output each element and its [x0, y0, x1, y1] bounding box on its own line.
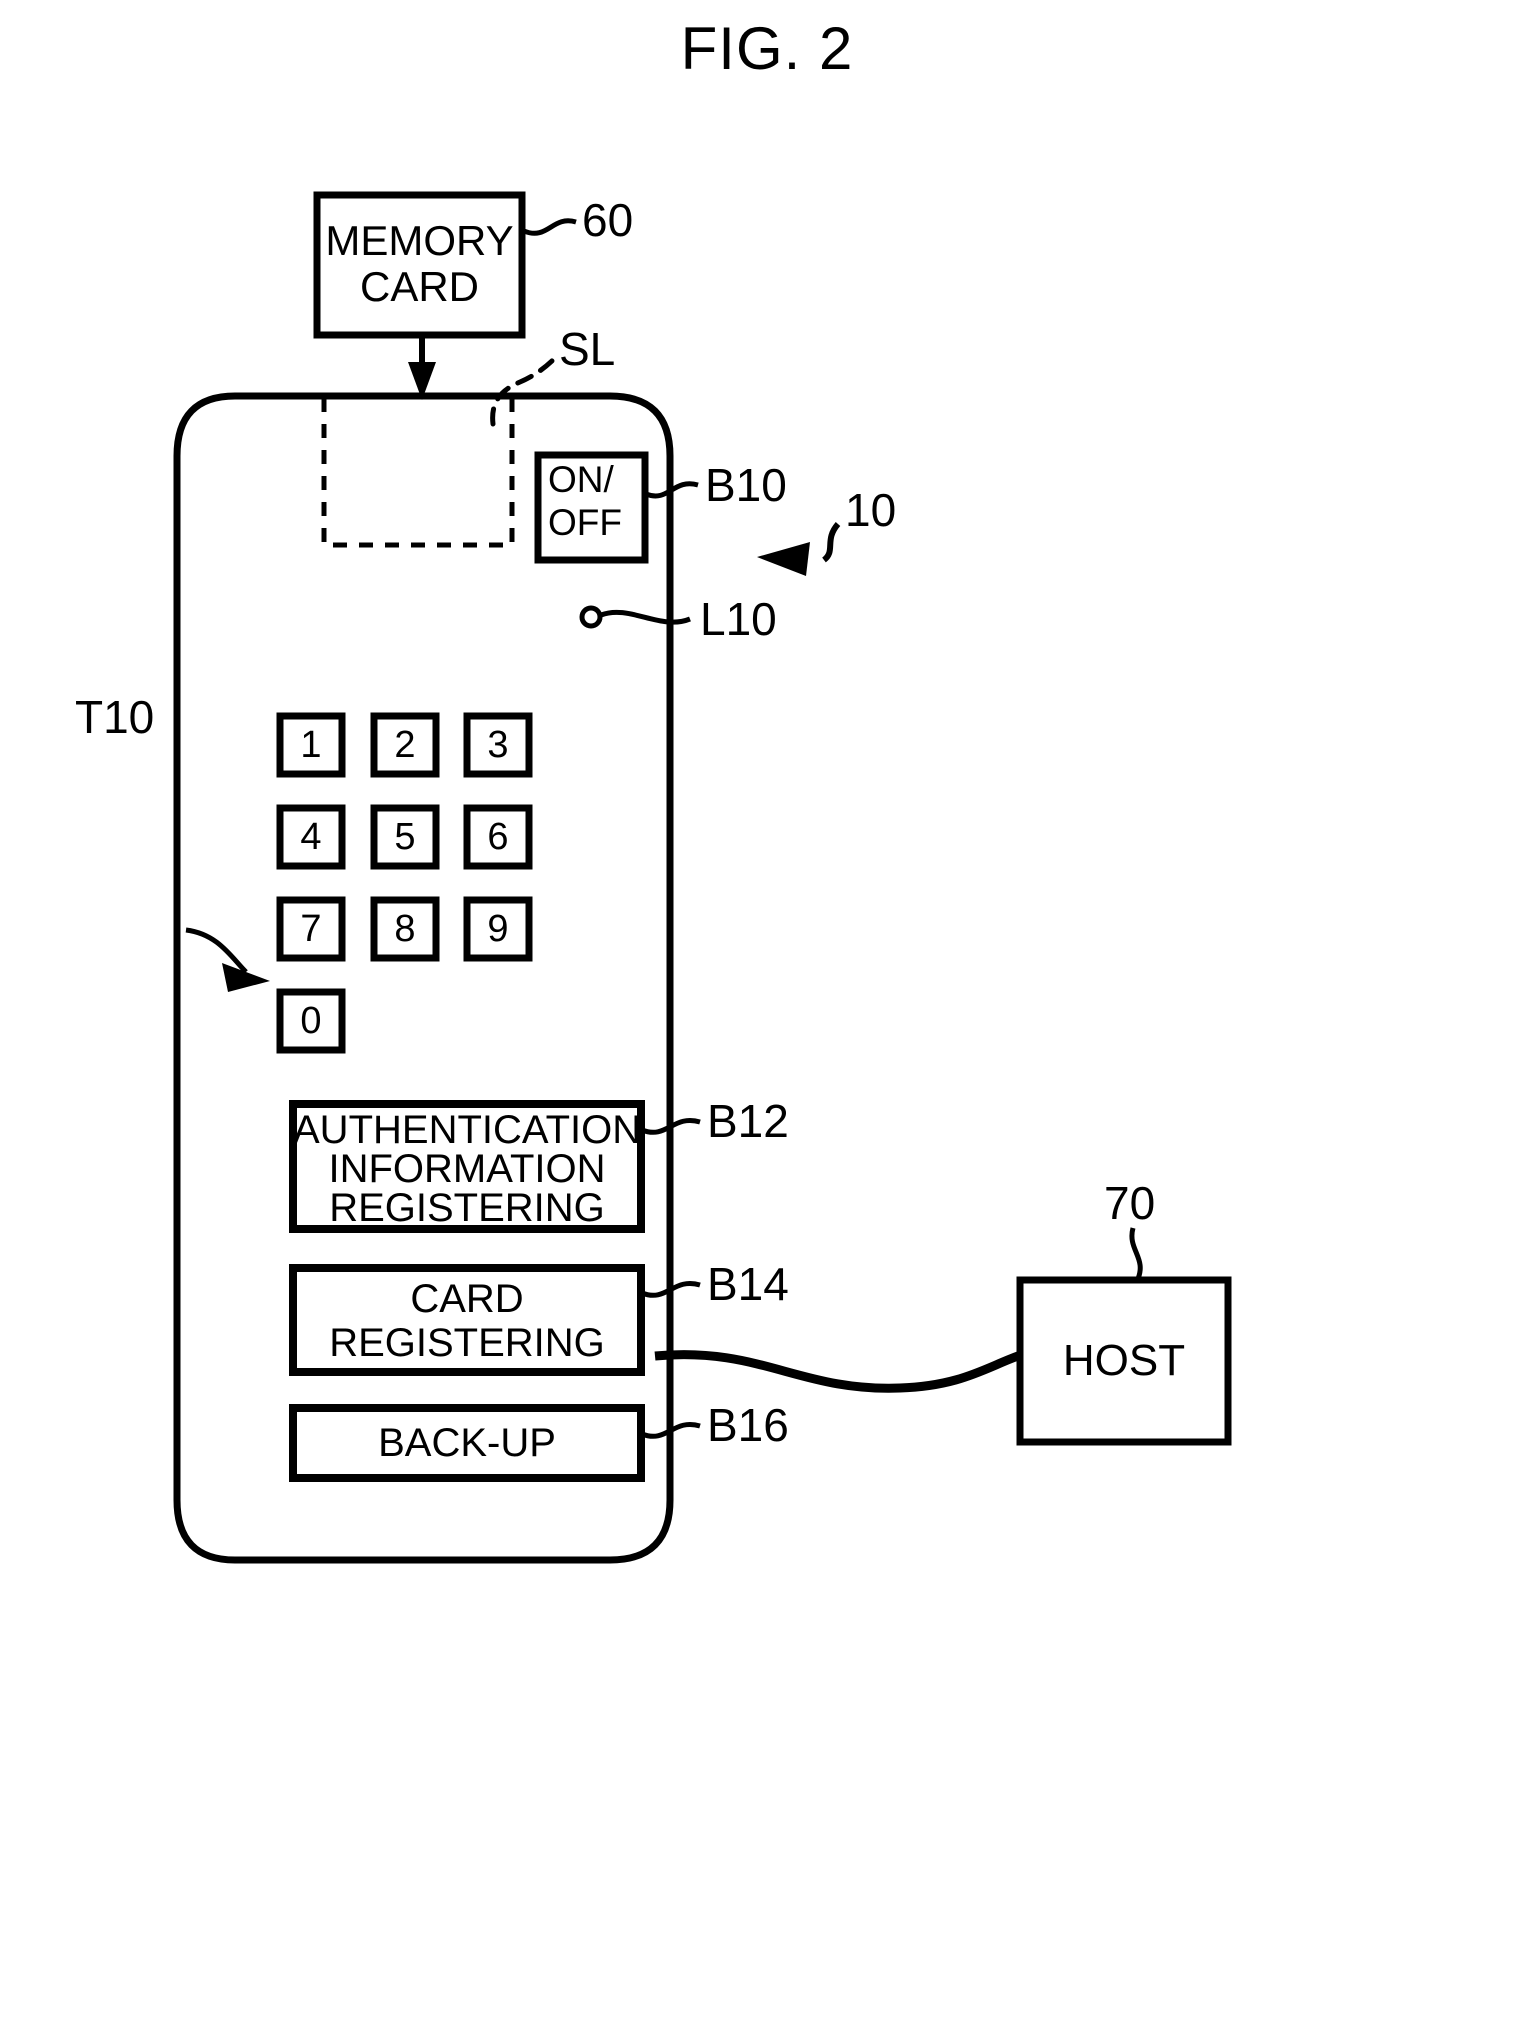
led-indicator [579, 605, 603, 629]
power-button-label-line1[interactable]: ON/ [548, 461, 646, 498]
device-ref-arrow-head [757, 542, 810, 576]
leader-70 [1129, 1227, 1143, 1283]
leader-L10 [600, 609, 691, 625]
key-label-2[interactable]: 2 [374, 716, 436, 774]
power-button-label-line2[interactable]: OFF [548, 504, 646, 541]
figure-title: FIG. 2 [680, 15, 854, 82]
host-cable [654, 1350, 1020, 1393]
leader-T10 [185, 927, 248, 974]
auth-info-registering-label-line1[interactable]: AUTHENTICATION [293, 1110, 641, 1151]
key-label-3[interactable]: 3 [467, 716, 529, 774]
card-registering-label-line1[interactable]: CARD [293, 1279, 641, 1320]
leader-60 [523, 218, 577, 236]
ref-number-L10: L10 [700, 593, 777, 645]
key-label-6[interactable]: 6 [467, 808, 529, 866]
ref-number-B14: B14 [707, 1258, 789, 1310]
patent-figure: FIG. 2 MEMORY CARD 60 SL ON/ OFF B10 10 … [0, 0, 1534, 2022]
leader-SL [490, 354, 559, 427]
key-label-8[interactable]: 8 [374, 900, 436, 958]
ref-number-B16: B16 [707, 1399, 789, 1451]
card-registering-label-line2[interactable]: REGISTERING [293, 1323, 641, 1364]
memory-card-label-line2: CARD [359, 263, 479, 310]
ref-number-10: 10 [845, 484, 897, 536]
ref-number-T10: T10 [75, 691, 155, 743]
backup-label[interactable]: BACK-UP [293, 1408, 641, 1478]
host-label: HOST [1062, 1335, 1186, 1385]
key-label-0[interactable]: 0 [280, 992, 342, 1050]
leader-T10-arrow-head [222, 963, 270, 992]
key-label-9[interactable]: 9 [467, 900, 529, 958]
device-ref-leader [821, 522, 841, 563]
ref-number-B10: B10 [705, 459, 787, 511]
memory-card-label-line1: MEMORY [325, 217, 514, 264]
key-label-7[interactable]: 7 [280, 900, 342, 958]
key-label-5[interactable]: 5 [374, 808, 436, 866]
key-label-4[interactable]: 4 [280, 808, 342, 866]
slot-dashed-region [321, 398, 515, 548]
auth-info-registering-label-line3[interactable]: REGISTERING [293, 1188, 641, 1229]
ref-number-B12: B12 [707, 1095, 789, 1147]
ref-number-60: 60 [582, 194, 634, 246]
ref-number-70: 70 [1104, 1177, 1156, 1229]
ref-number-SL: SL [559, 323, 616, 375]
auth-info-registering-label-line2[interactable]: INFORMATION [293, 1149, 641, 1190]
key-label-1[interactable]: 1 [280, 716, 342, 774]
figure-linework [173, 191, 1232, 1564]
